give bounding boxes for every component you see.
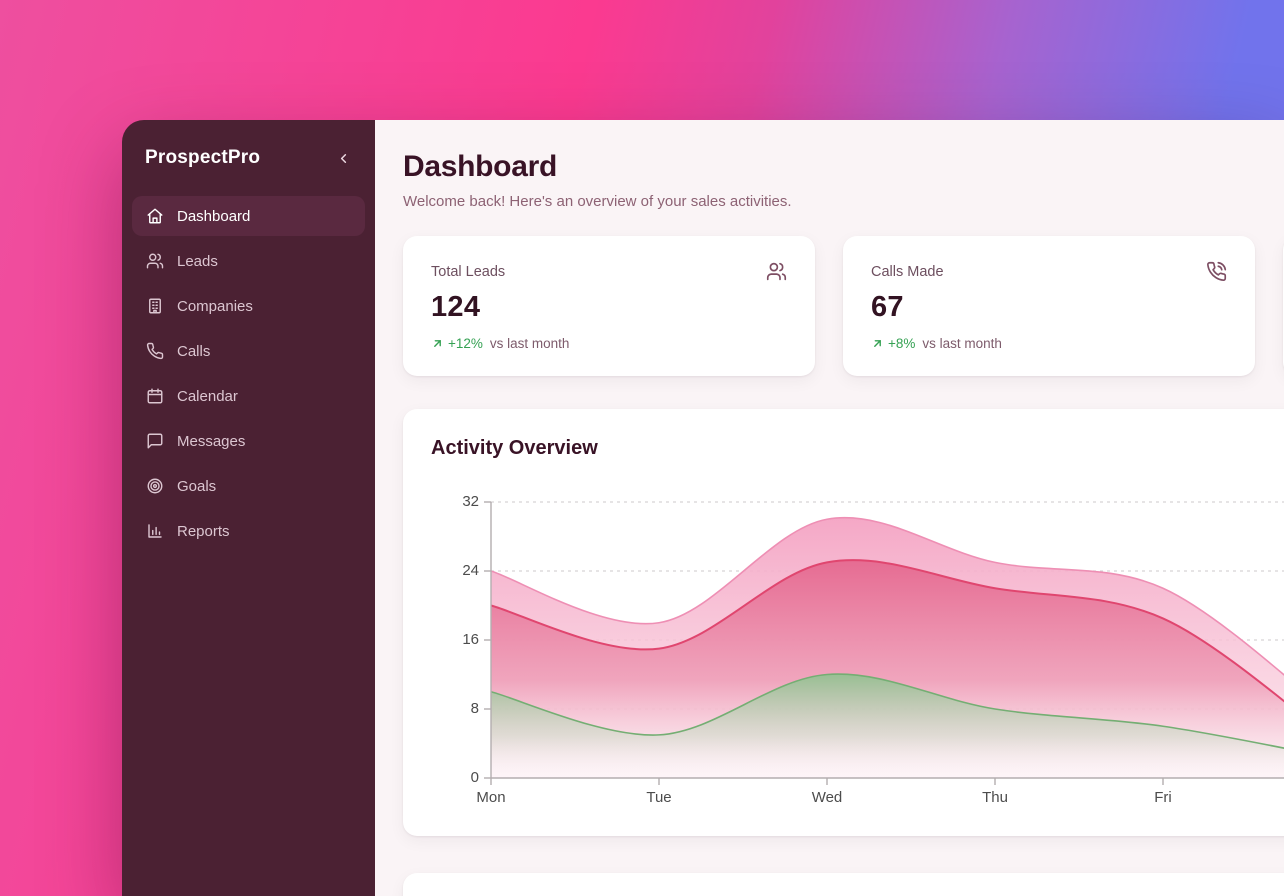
sidebar-item-label: Reports bbox=[177, 523, 230, 540]
sidebar-item-label: Messages bbox=[177, 433, 245, 450]
bar-chart-icon bbox=[146, 522, 164, 540]
activity-area-chart: 0 8 16 24 32 Mon Tue Wed Thu Fri bbox=[431, 486, 1284, 818]
main-content: Dashboard Welcome back! Here's an overvi… bbox=[375, 120, 1284, 896]
sidebar-item-label: Calls bbox=[177, 343, 210, 360]
svg-text:Wed: Wed bbox=[812, 789, 843, 806]
trend-value: +8% bbox=[888, 336, 915, 351]
trend-label: vs last month bbox=[922, 336, 1002, 351]
svg-text:Tue: Tue bbox=[646, 789, 671, 806]
sidebar-item-dashboard[interactable]: Dashboard bbox=[132, 196, 365, 236]
stat-label: Total Leads bbox=[431, 261, 505, 280]
sidebar-header: ProspectPro bbox=[122, 120, 375, 169]
stat-label: Calls Made bbox=[871, 261, 944, 280]
users-icon bbox=[766, 261, 787, 282]
sidebar-nav: Dashboard Leads Companies Calls Calendar… bbox=[122, 196, 375, 551]
users-icon bbox=[146, 252, 164, 270]
sidebar-item-label: Leads bbox=[177, 253, 218, 270]
trend-value: +12% bbox=[448, 336, 483, 351]
svg-text:0: 0 bbox=[471, 769, 479, 786]
sidebar-item-label: Companies bbox=[177, 298, 253, 315]
page-title: Dashboard bbox=[403, 150, 1284, 184]
sidebar-item-leads[interactable]: Leads bbox=[132, 241, 365, 281]
sidebar-item-calls[interactable]: Calls bbox=[132, 331, 365, 371]
sidebar-item-companies[interactable]: Companies bbox=[132, 286, 365, 326]
trend-up-icon bbox=[431, 337, 444, 350]
target-icon bbox=[146, 477, 164, 495]
svg-text:8: 8 bbox=[471, 700, 479, 717]
sidebar-item-label: Calendar bbox=[177, 388, 238, 405]
stat-card-total-leads: Total Leads 124 +12% vs last month bbox=[403, 236, 815, 376]
message-icon bbox=[146, 432, 164, 450]
calendar-icon bbox=[146, 387, 164, 405]
stat-cards-row: Total Leads 124 +12% vs last month Calls… bbox=[403, 236, 1284, 376]
app-window: ProspectPro Dashboard Leads Companies Ca… bbox=[122, 120, 1284, 896]
sidebar-item-reports[interactable]: Reports bbox=[132, 511, 365, 551]
svg-text:Mon: Mon bbox=[476, 789, 505, 806]
sidebar: ProspectPro Dashboard Leads Companies Ca… bbox=[122, 120, 375, 896]
app-logo: ProspectPro bbox=[145, 147, 260, 169]
stat-value: 124 bbox=[431, 291, 787, 324]
chevron-left-icon bbox=[336, 151, 351, 166]
trend-up-icon bbox=[871, 337, 884, 350]
phone-icon bbox=[146, 342, 164, 360]
sidebar-item-messages[interactable]: Messages bbox=[132, 421, 365, 461]
chart-title: Activity Overview bbox=[431, 437, 1284, 460]
building-icon bbox=[146, 297, 164, 315]
stat-trend: +8% vs last month bbox=[871, 336, 1227, 351]
phone-call-icon bbox=[1206, 261, 1227, 282]
sidebar-item-label: Goals bbox=[177, 478, 216, 495]
stat-card-calls-made: Calls Made 67 +8% vs last month bbox=[843, 236, 1255, 376]
svg-text:16: 16 bbox=[462, 631, 479, 648]
trend-label: vs last month bbox=[490, 336, 570, 351]
svg-text:Fri: Fri bbox=[1154, 789, 1172, 806]
stat-trend: +12% vs last month bbox=[431, 336, 787, 351]
home-icon bbox=[146, 207, 164, 225]
svg-text:Thu: Thu bbox=[982, 789, 1008, 806]
sidebar-item-goals[interactable]: Goals bbox=[132, 466, 365, 506]
sidebar-item-label: Dashboard bbox=[177, 208, 250, 225]
sidebar-item-calendar[interactable]: Calendar bbox=[132, 376, 365, 416]
svg-text:32: 32 bbox=[462, 493, 479, 510]
collapse-sidebar-button[interactable] bbox=[334, 149, 353, 168]
activity-overview-card: Activity Overview 0 8 16 24 32 Mon Tue Wed Thu Fr… bbox=[403, 409, 1284, 836]
bottom-card-partial-clipped bbox=[403, 873, 1284, 896]
svg-text:24: 24 bbox=[462, 562, 479, 579]
stat-value: 67 bbox=[871, 291, 1227, 324]
page-subtitle: Welcome back! Here's an overview of your… bbox=[403, 193, 1284, 210]
